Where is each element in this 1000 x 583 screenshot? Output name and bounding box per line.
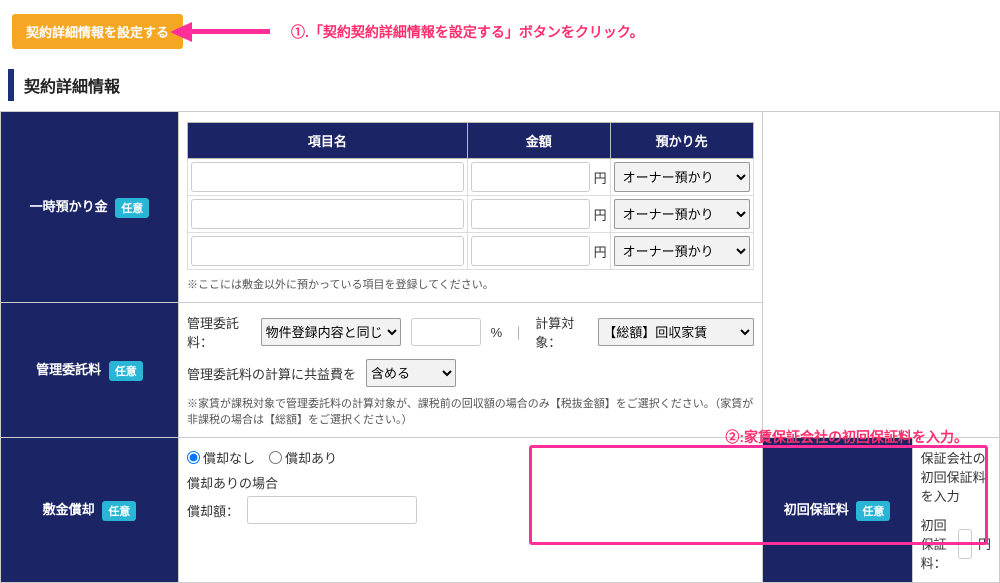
deposit-item-input[interactable] xyxy=(191,199,464,229)
table-row: 円オーナー預かり xyxy=(188,196,754,233)
deposit-label-text: 一時預かり金 xyxy=(30,199,108,214)
mgmt-include-label: 管理委託料の計算に共益費を xyxy=(187,364,356,383)
col-header-amount: 金額 xyxy=(467,123,610,159)
table-row: 円オーナー預かり xyxy=(188,159,754,196)
page-title: 契約詳細情報 xyxy=(8,69,988,101)
row-label-amort: 敷金償却 任意 xyxy=(1,438,179,583)
amort-none-label: 償却なし xyxy=(203,448,255,467)
yen-unit: 円 xyxy=(594,242,607,261)
amort-sub: 償却ありの場合 xyxy=(187,473,754,492)
mgmt-target-label: 計算対象： xyxy=(535,313,588,351)
row-label-deposit: 一時預かり金 任意 xyxy=(1,112,179,303)
detail-grid: 一時預かり金 任意 項目名 金額 預かり先 円オーナー預かり円オーナー預かり円オ… xyxy=(0,111,1000,583)
separator: ｜ xyxy=(512,323,525,342)
amort-radio-none[interactable]: 償却なし xyxy=(187,448,255,467)
mgmt-fee-label: 管理委託料： xyxy=(187,313,251,351)
amort-label-text: 敷金償却 xyxy=(43,502,95,517)
mgmt-note: ※家賃が課税対象で管理委託料の計算対象が、課税前の回収額の場合のみ【税抜金額】を… xyxy=(187,395,754,427)
optional-badge: 任意 xyxy=(115,198,149,218)
yen-unit: 円 xyxy=(594,168,607,187)
firstfee-field-label: 初回保証料： xyxy=(921,515,952,572)
deposit-table: 項目名 金額 預かり先 円オーナー預かり円オーナー預かり円オーナー預かり xyxy=(187,122,754,270)
col-header-item: 項目名 xyxy=(188,123,468,159)
instruction-text-1: ①.「契約契約詳細情報を設定する」ボタンをクリック。 xyxy=(291,22,644,42)
table-row: 円オーナー預かり xyxy=(188,233,754,270)
amort-yes-label: 償却あり xyxy=(285,448,337,467)
firstfee-label-text: 初回保証料 xyxy=(784,502,849,517)
instruction-text-2: ②:家賃保証会社の初回保証料を入力。 xyxy=(725,427,968,447)
mgmt-fee-select[interactable]: 物件登録内容と同じ xyxy=(261,318,401,346)
optional-badge: 任意 xyxy=(102,501,136,521)
deposit-item-input[interactable] xyxy=(191,236,464,266)
amort-radio-none-input[interactable] xyxy=(187,451,200,464)
deposit-dest-select[interactable]: オーナー預かり xyxy=(614,162,750,192)
deposit-item-input[interactable] xyxy=(191,162,464,192)
mgmt-pct-input[interactable] xyxy=(411,318,481,346)
mgmt-label-text: 管理委託料 xyxy=(36,362,101,377)
row-label-firstfee: 初回保証料 任意 xyxy=(762,438,912,583)
deposit-dest-select[interactable]: オーナー預かり xyxy=(614,199,750,229)
deposit-amount-input[interactable] xyxy=(471,236,590,266)
amort-radio-yes-input[interactable] xyxy=(269,451,282,464)
deposit-amount-input[interactable] xyxy=(471,199,590,229)
deposit-note: ※ここには敷金以外に預かっている項目を登録してください。 xyxy=(187,276,754,292)
amort-amount-label: 償却額： xyxy=(187,501,239,520)
amort-amount-input[interactable] xyxy=(247,496,417,524)
amort-radio-yes[interactable]: 償却あり xyxy=(269,448,337,467)
row-label-mgmt: 管理委託料 任意 xyxy=(1,303,179,438)
mgmt-include-select[interactable]: 含める xyxy=(366,359,456,387)
set-contract-detail-button[interactable]: 契約詳細情報を設定する xyxy=(12,14,183,49)
mgmt-target-select[interactable]: 【総額】回収家賃 xyxy=(598,318,753,346)
col-header-dest: 預かり先 xyxy=(610,123,753,159)
deposit-dest-select[interactable]: オーナー預かり xyxy=(614,236,750,266)
pct-unit: % xyxy=(491,325,503,340)
optional-badge: 任意 xyxy=(856,501,890,521)
yen-unit: 円 xyxy=(978,534,991,553)
deposit-amount-input[interactable] xyxy=(471,162,590,192)
optional-badge: 任意 xyxy=(109,361,143,381)
yen-unit: 円 xyxy=(594,205,607,224)
arrow-icon xyxy=(170,24,270,44)
firstfee-input[interactable] xyxy=(958,529,972,559)
firstfee-heading: 保証会社の初回保証料を入力 xyxy=(921,448,991,505)
